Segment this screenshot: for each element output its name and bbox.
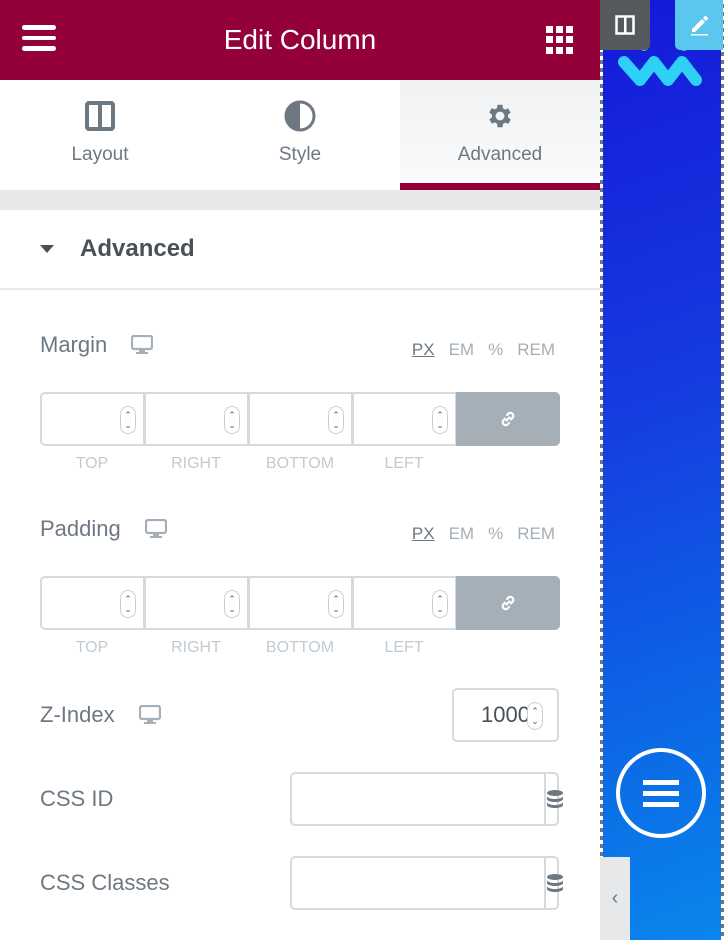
margin-dim-labels: TOP RIGHT BOTTOM LEFT xyxy=(40,455,560,473)
css-id-field xyxy=(290,772,563,826)
unit-em[interactable]: EM xyxy=(449,340,475,360)
margin-link-button[interactable] xyxy=(456,392,560,446)
hamburger-icon xyxy=(643,779,679,785)
chevron-left-icon: ‹ xyxy=(611,887,619,909)
edit-section-button[interactable] xyxy=(675,0,723,50)
margin-right-field: ⌃ ⌄ xyxy=(144,392,248,446)
margin-left-field: ⌃ ⌄ xyxy=(352,392,456,446)
padding-bottom-field: ⌃ ⌄ xyxy=(248,576,352,630)
section-separator xyxy=(0,190,600,210)
spinner-icon[interactable]: ⌃ ⌄ xyxy=(328,590,344,618)
database-icon xyxy=(547,790,563,808)
spinner-icon[interactable]: ⌃ ⌄ xyxy=(432,590,448,618)
collapse-panel-button[interactable]: ‹ xyxy=(600,857,630,940)
dim-label-top: TOP xyxy=(75,639,109,656)
dynamic-tags-button[interactable] xyxy=(544,858,564,908)
unit-em[interactable]: EM xyxy=(449,524,475,544)
tab-label: Style xyxy=(278,144,322,165)
unit-percent[interactable]: % xyxy=(488,340,503,360)
caret-down-icon xyxy=(40,245,54,253)
padding-dim-labels: TOP RIGHT BOTTOM LEFT xyxy=(40,639,560,657)
padding-left-field: ⌃ ⌄ xyxy=(352,576,456,630)
zindex-label: Z-Index xyxy=(40,702,161,728)
padding-label: Padding xyxy=(40,516,167,542)
zindex-input[interactable] xyxy=(454,702,530,728)
unit-rem[interactable]: REM xyxy=(517,340,555,360)
desktop-icon[interactable] xyxy=(144,519,167,539)
panel-header: Edit Column xyxy=(0,0,600,80)
spinner-icon[interactable]: ⌃ ⌄ xyxy=(120,406,136,434)
panel-title: Edit Column xyxy=(223,24,377,55)
dim-label-left: LEFT xyxy=(384,639,424,656)
link-icon xyxy=(501,595,515,611)
padding-dimensions: ⌃ ⌄ ⌃ ⌄ ⌃ ⌄ ⌃ ⌄ xyxy=(40,576,560,630)
padding-units: PX EM % REM xyxy=(412,524,555,544)
dim-label-right: RIGHT xyxy=(171,455,221,472)
unit-px[interactable]: PX xyxy=(412,340,435,360)
hamburger-icon xyxy=(22,25,56,30)
widgets-grid-button[interactable] xyxy=(546,26,574,54)
unit-percent[interactable]: % xyxy=(488,524,503,544)
css-classes-label: CSS Classes xyxy=(40,870,170,895)
contrast-icon xyxy=(284,98,316,134)
margin-bottom-field: ⌃ ⌄ xyxy=(248,392,352,446)
padding-link-button[interactable] xyxy=(456,576,560,630)
menu-button[interactable] xyxy=(22,25,56,55)
panel-tabs: Layout Style Advanced xyxy=(0,80,600,190)
padding-label-text: Padding xyxy=(40,516,121,541)
dynamic-tags-button[interactable] xyxy=(544,774,564,824)
gear-icon xyxy=(485,98,515,134)
unit-rem[interactable]: REM xyxy=(517,524,555,544)
zindex-field: ⌃⌄ xyxy=(452,688,559,742)
dim-label-right: RIGHT xyxy=(171,639,221,656)
dim-label-left: LEFT xyxy=(384,455,424,472)
section-toggle-advanced[interactable]: Advanced xyxy=(0,210,600,290)
column-outline xyxy=(600,0,603,940)
section-title: Advanced xyxy=(80,235,195,262)
tab-layout[interactable]: Layout xyxy=(0,80,200,190)
spinner-icon[interactable]: ⌃ ⌄ xyxy=(120,590,136,618)
pencil-icon xyxy=(691,16,708,36)
spinner-icon[interactable]: ⌃ ⌄ xyxy=(328,406,344,434)
link-icon xyxy=(501,411,515,427)
tab-style[interactable]: Style xyxy=(200,80,400,190)
columns-icon xyxy=(85,98,115,134)
margin-dimensions: ⌃ ⌄ ⌃ ⌄ ⌃ ⌄ ⌃ ⌄ xyxy=(40,392,560,446)
desktop-icon[interactable] xyxy=(131,335,154,355)
desktop-icon[interactable] xyxy=(138,705,161,725)
unit-px[interactable]: PX xyxy=(412,524,435,544)
spinner-icon[interactable]: ⌃ ⌄ xyxy=(224,590,240,618)
tab-advanced[interactable]: Advanced xyxy=(400,80,600,190)
dim-label-bottom: BOTTOM xyxy=(265,639,335,656)
margin-label-text: Margin xyxy=(40,332,108,357)
css-id-input[interactable] xyxy=(292,774,544,824)
css-id-label: CSS ID xyxy=(40,786,114,811)
padding-right-field: ⌃ ⌄ xyxy=(144,576,248,630)
tab-label: Advanced xyxy=(457,144,543,165)
margin-top-field: ⌃ ⌄ xyxy=(40,392,144,446)
css-classes-input[interactable] xyxy=(292,858,544,908)
database-icon xyxy=(547,874,563,892)
dim-label-bottom: BOTTOM xyxy=(265,455,335,472)
site-menu-button[interactable] xyxy=(616,748,706,838)
margin-units: PX EM % REM xyxy=(412,340,555,360)
spinner-icon[interactable]: ⌃ ⌄ xyxy=(527,702,543,730)
editor-panel: Edit Column Layout Style Advanced Advanc… xyxy=(0,0,600,940)
columns-icon xyxy=(615,15,635,35)
dim-label-top: TOP xyxy=(75,455,109,472)
spinner-icon[interactable]: ⌃ ⌄ xyxy=(224,406,240,434)
zindex-label-text: Z-Index xyxy=(40,702,115,727)
padding-top-field: ⌃ ⌄ xyxy=(40,576,144,630)
tab-label: Layout xyxy=(71,144,129,165)
column-handle-button[interactable] xyxy=(600,0,650,50)
css-classes-field xyxy=(290,856,563,910)
grid-icon xyxy=(546,26,553,33)
margin-label: Margin xyxy=(40,332,154,358)
spinner-icon[interactable]: ⌃ ⌄ xyxy=(432,406,448,434)
